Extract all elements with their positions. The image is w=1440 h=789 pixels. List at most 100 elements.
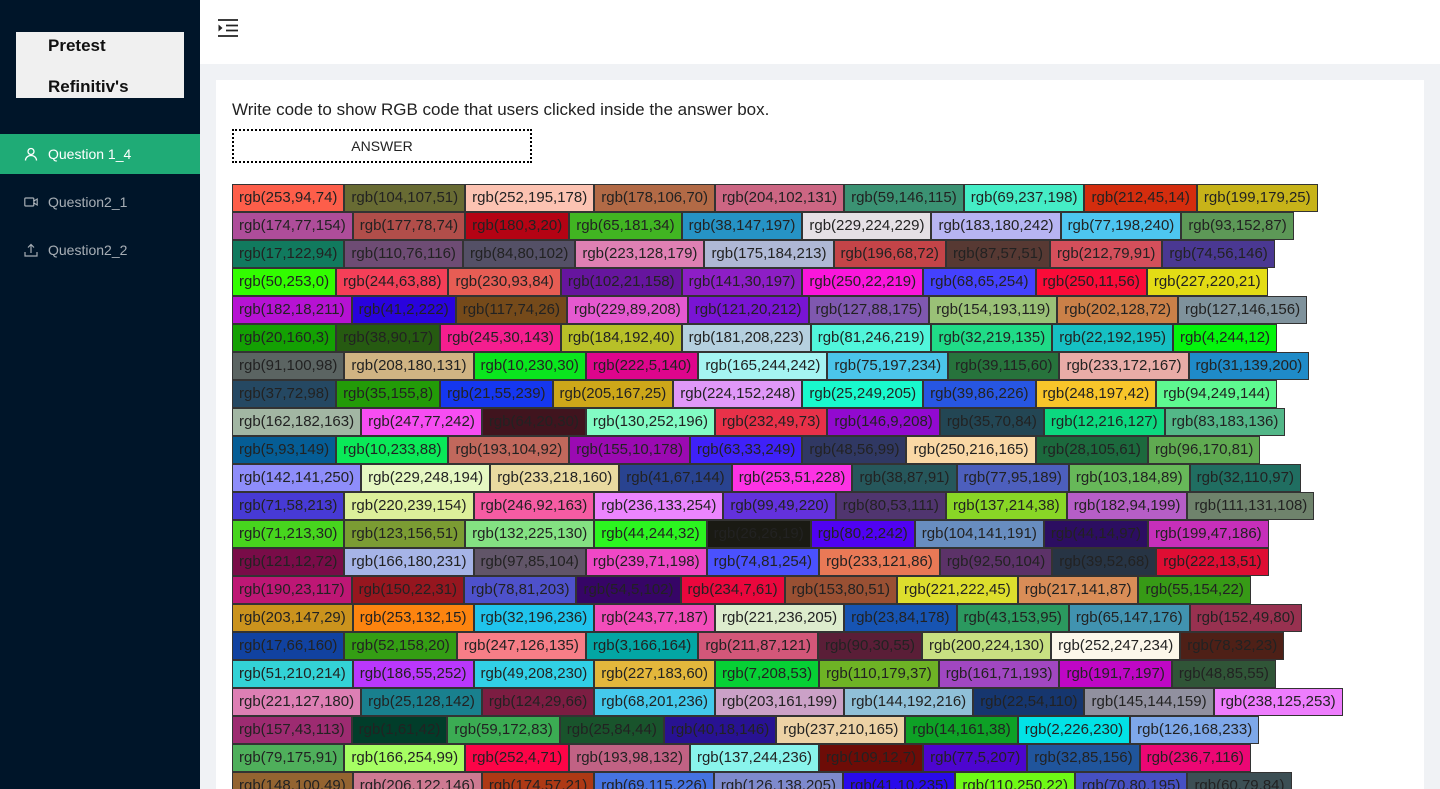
color-swatch[interactable]: rgb(3,166,164): [585, 632, 699, 660]
color-swatch[interactable]: rgb(124,29,66): [481, 688, 595, 716]
color-swatch[interactable]: rgb(121,20,212): [687, 296, 809, 324]
color-swatch[interactable]: rgb(229,89,208): [567, 296, 688, 324]
color-swatch[interactable]: rgb(233,218,160): [490, 464, 620, 492]
color-swatch[interactable]: rgb(146,9,208): [827, 408, 940, 436]
color-swatch[interactable]: rgb(32,219,135): [931, 324, 1053, 352]
color-swatch[interactable]: rgb(110,179,37): [819, 660, 939, 688]
color-swatch[interactable]: rgb(193,104,92): [448, 436, 570, 464]
color-swatch[interactable]: rgb(229,248,194): [361, 464, 491, 492]
color-swatch[interactable]: rgb(229,224,229): [802, 212, 932, 240]
color-swatch[interactable]: rgb(32,85,156): [1027, 744, 1140, 772]
color-swatch[interactable]: rgb(123,156,51): [344, 520, 466, 548]
sidebar-item-question2-1[interactable]: Question2_1: [0, 182, 200, 222]
color-swatch[interactable]: rgb(203,161,199): [715, 688, 845, 716]
color-swatch[interactable]: rgb(39,52,68): [1052, 548, 1157, 576]
color-swatch[interactable]: rgb(137,244,236): [689, 744, 820, 772]
color-swatch[interactable]: rgb(250,11,56): [1035, 268, 1147, 296]
color-swatch[interactable]: rgb(48,85,55): [1171, 660, 1276, 688]
color-swatch[interactable]: rgb(182,18,211): [232, 296, 352, 324]
color-swatch[interactable]: rgb(127,88,175): [808, 296, 930, 324]
color-swatch[interactable]: rgb(75,197,234): [827, 352, 949, 380]
color-swatch[interactable]: rgb(68,201,236): [594, 688, 715, 716]
color-swatch[interactable]: rgb(236,7,116): [1139, 744, 1251, 772]
color-swatch[interactable]: rgb(17,122,94): [232, 240, 345, 268]
color-swatch[interactable]: rgb(177,78,74): [352, 212, 466, 240]
color-swatch[interactable]: rgb(154,193,119): [929, 296, 1058, 324]
color-swatch[interactable]: rgb(250,22,219): [802, 268, 924, 296]
color-swatch[interactable]: rgb(48,56,99): [802, 436, 907, 464]
color-swatch[interactable]: rgb(253,132,15): [352, 604, 474, 632]
color-swatch[interactable]: rgb(222,13,51): [1156, 548, 1269, 576]
color-swatch[interactable]: rgb(104,107,51): [344, 184, 466, 212]
color-swatch[interactable]: rgb(137,214,38): [945, 492, 1067, 520]
color-swatch[interactable]: rgb(77,5,207): [923, 744, 1028, 772]
color-swatch[interactable]: rgb(221,127,180): [232, 688, 362, 716]
color-swatch[interactable]: rgb(174,57,21): [481, 772, 595, 789]
color-swatch[interactable]: rgb(21,55,239): [440, 380, 553, 408]
color-swatch[interactable]: rgb(247,126,135): [456, 632, 586, 660]
answer-box[interactable]: ANSWER: [232, 129, 532, 163]
color-swatch[interactable]: rgb(183,180,242): [931, 212, 1061, 240]
color-swatch[interactable]: rgb(208,180,131): [344, 352, 474, 380]
color-swatch[interactable]: rgb(152,49,80): [1189, 604, 1303, 632]
color-swatch[interactable]: rgb(99,49,220): [723, 492, 836, 520]
color-swatch[interactable]: rgb(74,56,146): [1162, 240, 1275, 268]
color-swatch[interactable]: rgb(20,160,3): [232, 324, 337, 352]
color-swatch[interactable]: rgb(110,250,22): [955, 772, 1076, 789]
color-swatch[interactable]: rgb(230,93,84): [448, 268, 561, 296]
color-swatch[interactable]: rgb(232,49,73): [715, 408, 828, 436]
color-swatch[interactable]: rgb(121,12,72): [232, 548, 345, 576]
color-swatch[interactable]: rgb(25,84,44): [559, 716, 664, 744]
color-swatch[interactable]: rgb(110,76,116): [344, 240, 463, 268]
color-swatch[interactable]: rgb(252,195,178): [465, 184, 595, 212]
color-swatch[interactable]: rgb(65,181,34): [569, 212, 682, 240]
color-swatch[interactable]: rgb(102,21,158): [560, 268, 682, 296]
color-swatch[interactable]: rgb(41,10,235): [842, 772, 956, 789]
color-swatch[interactable]: rgb(83,183,136): [1164, 408, 1286, 436]
color-swatch[interactable]: rgb(141,30,197): [681, 268, 803, 296]
color-swatch[interactable]: rgb(74,81,254): [706, 548, 820, 576]
color-swatch[interactable]: rgb(142,141,250): [232, 464, 362, 492]
color-swatch[interactable]: rgb(93,152,87): [1181, 212, 1294, 240]
color-swatch[interactable]: rgb(212,45,14): [1084, 184, 1197, 212]
color-swatch[interactable]: rgb(182,94,199): [1066, 492, 1188, 520]
color-swatch[interactable]: rgb(84,80,102): [462, 240, 576, 268]
color-swatch[interactable]: rgb(250,216,165): [906, 436, 1036, 464]
color-swatch[interactable]: rgb(239,71,198): [585, 548, 707, 576]
color-swatch[interactable]: rgb(87,57,51): [945, 240, 1050, 268]
color-swatch[interactable]: rgb(32,110,97): [1189, 464, 1301, 492]
color-swatch[interactable]: rgb(69,237,198): [963, 184, 1085, 212]
color-swatch[interactable]: rgb(155,10,178): [569, 436, 690, 464]
color-swatch[interactable]: rgb(206,122,146): [352, 772, 482, 789]
color-swatch[interactable]: rgb(4,244,12): [1172, 324, 1278, 352]
color-swatch[interactable]: rgb(224,152,248): [673, 380, 803, 408]
color-swatch[interactable]: rgb(54,5,102): [576, 576, 681, 604]
color-swatch[interactable]: rgb(157,43,113): [232, 716, 352, 744]
menu-unfold-icon[interactable]: [217, 17, 239, 39]
color-swatch[interactable]: rgb(145,144,159): [1084, 688, 1214, 716]
color-swatch[interactable]: rgb(211,87,121): [698, 632, 818, 660]
color-swatch[interactable]: rgb(191,7,197): [1059, 660, 1172, 688]
color-swatch[interactable]: rgb(204,102,131): [715, 184, 845, 212]
color-swatch[interactable]: rgb(144,192,216): [844, 688, 974, 716]
color-swatch[interactable]: rgb(23,84,178): [844, 604, 957, 632]
color-swatch[interactable]: rgb(233,121,86): [819, 548, 940, 576]
color-swatch[interactable]: rgb(220,239,154): [344, 492, 474, 520]
color-swatch[interactable]: rgb(41,2,222): [351, 296, 456, 324]
color-swatch[interactable]: rgb(253,51,228): [731, 464, 853, 492]
color-swatch[interactable]: rgb(25,249,205): [802, 380, 924, 408]
color-swatch[interactable]: rgb(252,247,234): [1051, 632, 1181, 660]
color-swatch[interactable]: rgb(236,133,254): [594, 492, 724, 520]
color-swatch[interactable]: rgb(78,32,23): [1180, 632, 1285, 660]
color-swatch[interactable]: rgb(31,139,200): [1188, 352, 1310, 380]
color-swatch[interactable]: rgb(190,23,117): [232, 576, 352, 604]
color-swatch[interactable]: rgb(217,141,87): [1017, 576, 1139, 604]
sidebar-item-question-1-4[interactable]: Question 1_4: [0, 134, 200, 174]
color-swatch[interactable]: rgb(237,210,165): [776, 716, 906, 744]
color-swatch[interactable]: rgb(248,197,42): [1035, 380, 1157, 408]
color-swatch[interactable]: rgb(186,55,252): [352, 660, 474, 688]
color-swatch[interactable]: rgb(161,71,193): [938, 660, 1060, 688]
color-swatch[interactable]: rgb(246,92,163): [473, 492, 595, 520]
color-swatch[interactable]: rgb(69,115,226): [594, 772, 714, 789]
color-swatch[interactable]: rgb(38,147,197): [681, 212, 803, 240]
